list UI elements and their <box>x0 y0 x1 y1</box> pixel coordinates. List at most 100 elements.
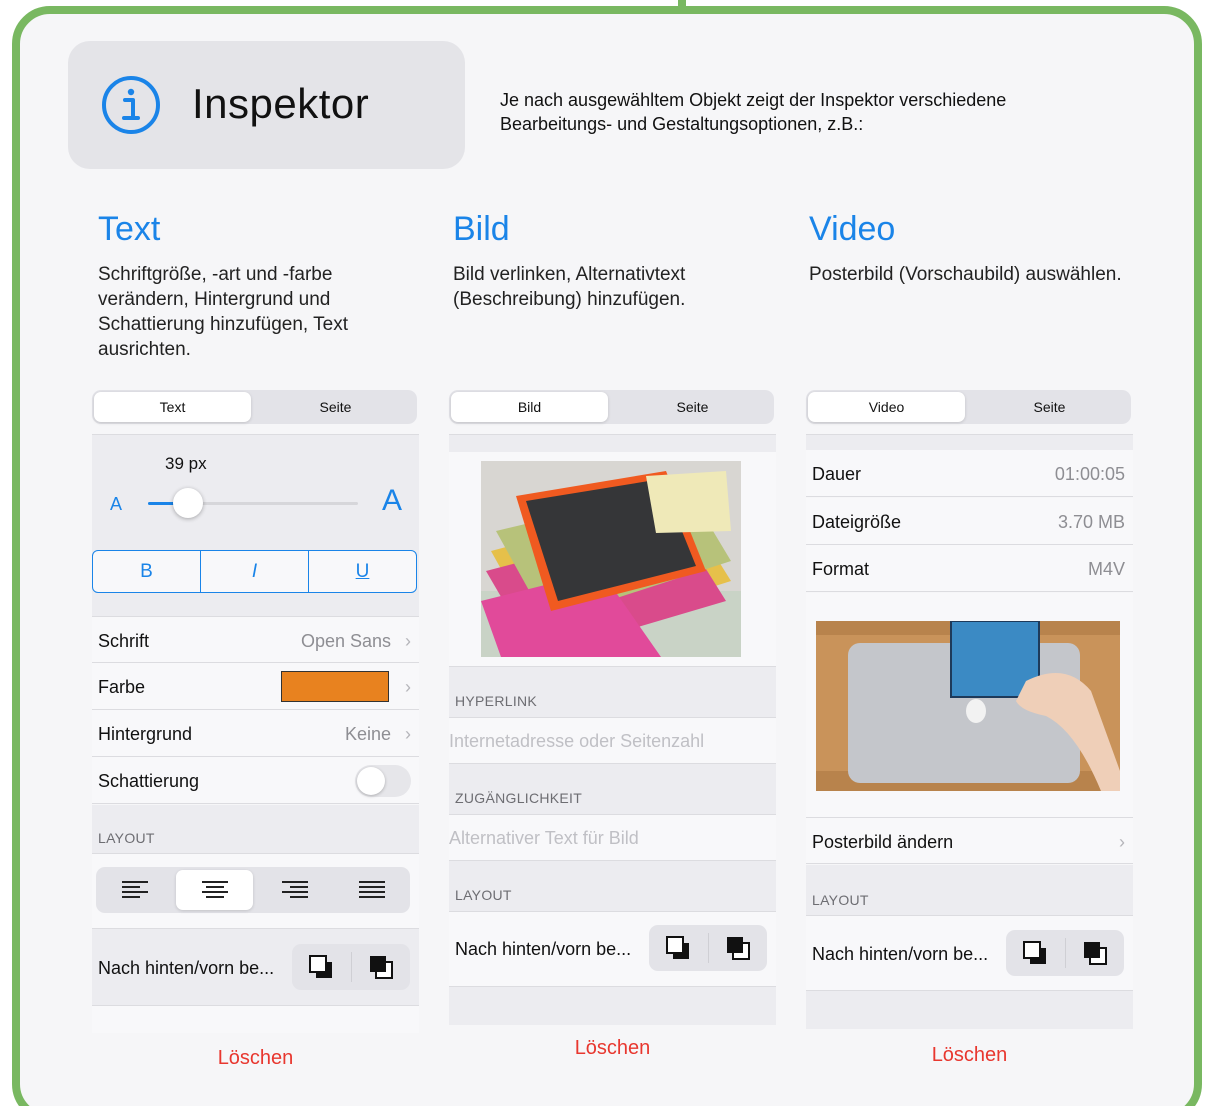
image-preview-ipads <box>481 461 741 657</box>
send-backward-icon <box>1023 941 1047 964</box>
layer-label: Nach hinten/vorn be... <box>812 944 989 964</box>
column-title-video: Video <box>809 210 896 248</box>
delete-button[interactable]: Löschen <box>449 1037 776 1060</box>
delete-button[interactable]: Löschen <box>806 1044 1133 1067</box>
tab-image[interactable]: Bild <box>451 392 608 422</box>
tab-text[interactable]: Text <box>94 392 251 422</box>
format-value: M4V <box>1087 559 1125 579</box>
text-style-buttons: B I U <box>92 550 417 593</box>
hyperlink-header <box>449 666 776 718</box>
alt-text-placeholder: Alternativer Text für Bild <box>449 828 639 848</box>
background-row-value: Keine <box>344 724 391 744</box>
delete-button[interactable]: Löschen <box>92 1047 419 1070</box>
duration-label: Dauer <box>812 464 862 484</box>
send-backward-button[interactable] <box>1006 938 1066 968</box>
video-top-spacer <box>806 434 1133 450</box>
bring-forward-icon <box>369 956 393 979</box>
column-desc-video: Posterbild (Vorschaubild) auswählen. <box>809 264 1122 285</box>
slider-large-a: A <box>382 484 403 517</box>
hyperlink-placeholder: Internetadresse oder Seitenzahl <box>449 731 705 751</box>
image-inspector-panel: Bild Seite HYPERLINK Internetadresse ode… <box>449 390 776 1070</box>
align-justify-button[interactable] <box>333 867 410 913</box>
duration-value: 01:00:05 <box>1054 464 1125 484</box>
video-tab-control: Video Seite <box>806 390 1131 424</box>
poster-row[interactable]: Posterbild ändern › <box>806 817 1133 864</box>
align-center-icon <box>201 881 228 898</box>
layer-order-control <box>649 925 767 971</box>
tab-page[interactable]: Seite <box>970 392 1129 422</box>
color-swatch[interactable] <box>281 671 389 702</box>
bold-button[interactable]: B <box>93 551 201 592</box>
format-label: Format <box>812 559 870 579</box>
page-description: Je nach ausgewähltem Objekt zeigt der In… <box>500 90 1007 134</box>
spacer <box>806 991 1133 1029</box>
image-tab-control: Bild Seite <box>449 390 774 424</box>
shadow-row: Schattierung <box>92 757 419 804</box>
layer-label: Nach hinten/vorn be... <box>455 939 632 959</box>
align-right-icon <box>281 881 308 898</box>
poster-label: Posterbild ändern <box>812 832 954 852</box>
image-layout-header <box>449 861 776 911</box>
spacer <box>449 987 776 1025</box>
send-backward-button[interactable] <box>292 952 352 982</box>
layout-section-label: LAYOUT <box>98 830 155 846</box>
font-size-section <box>92 434 419 526</box>
font-size-value: 39 px <box>165 454 207 473</box>
shadow-toggle[interactable] <box>355 765 411 797</box>
accessibility-header <box>449 764 776 814</box>
layer-label: Nach hinten/vorn be... <box>98 958 275 978</box>
filesize-row: Dateigröße 3.70 MB <box>806 498 1133 545</box>
column-title-text: Text <box>98 210 161 248</box>
accessibility-label: ZUGÄNGLICHKEIT <box>455 790 583 806</box>
align-left-button[interactable] <box>96 867 173 913</box>
tab-page[interactable]: Seite <box>613 392 772 422</box>
tab-video[interactable]: Video <box>808 392 965 422</box>
align-left-icon <box>121 881 148 898</box>
color-row-label: Farbe <box>98 677 146 697</box>
italic-button[interactable]: I <box>201 551 309 592</box>
bring-forward-icon <box>1083 942 1107 965</box>
color-row[interactable]: Farbe › <box>92 663 419 710</box>
hyperlink-label: HYPERLINK <box>455 693 538 709</box>
chevron-right-icon: › <box>405 724 411 744</box>
font-row[interactable]: Schrift Open Sans › <box>92 616 419 663</box>
align-justify-icon <box>358 881 385 898</box>
background-row[interactable]: Hintergrund Keine › <box>92 710 419 757</box>
font-size-slider-knob[interactable] <box>172 488 203 518</box>
chevron-right-icon: › <box>1119 832 1125 852</box>
video-inspector-panel: Video Seite Dauer 01:00:05 Dateigröße 3.… <box>806 390 1133 1080</box>
column-desc-image: Bild verlinken, Alternativtext (Beschrei… <box>453 264 686 310</box>
font-row-label: Schrift <box>98 631 150 651</box>
align-right-button[interactable] <box>256 867 333 913</box>
format-row: Format M4V <box>806 545 1133 592</box>
send-backward-button[interactable] <box>649 933 709 963</box>
layout-section-label: LAYOUT <box>455 887 512 903</box>
layout-section-label: LAYOUT <box>812 892 869 908</box>
page-title: Inspektor <box>192 80 370 127</box>
chevron-right-icon: › <box>405 677 411 697</box>
bring-forward-button[interactable] <box>1066 930 1125 976</box>
text-inspector-panel: Text Seite 39 px A A B I U Schrift Open … <box>92 390 419 1080</box>
send-backward-icon <box>309 955 333 978</box>
slider-small-a: A <box>110 494 123 514</box>
layer-order-control <box>292 944 410 990</box>
column-desc-text: Schriftgröße, -art und -farbe verändern,… <box>98 264 348 360</box>
align-center-button[interactable] <box>176 870 253 910</box>
bring-forward-icon <box>726 937 750 960</box>
font-row-value: Open Sans <box>300 631 391 651</box>
info-icon <box>102 76 160 134</box>
duration-row: Dauer 01:00:05 <box>806 450 1133 497</box>
tab-page[interactable]: Seite <box>256 392 415 422</box>
text-alignment-control <box>96 867 410 913</box>
layer-order-control <box>1006 930 1124 976</box>
background-row-label: Hintergrund <box>98 724 193 744</box>
bring-forward-button[interactable] <box>709 925 768 971</box>
filesize-label: Dateigröße <box>812 512 902 532</box>
spacer <box>92 1005 419 1033</box>
text-tab-control: Text Seite <box>92 390 417 424</box>
bring-forward-button[interactable] <box>352 944 411 990</box>
image-top-spacer <box>449 434 776 452</box>
shadow-row-label: Schattierung <box>98 771 200 791</box>
poster-preview-image <box>816 621 1120 791</box>
underline-button[interactable]: U <box>309 551 416 592</box>
